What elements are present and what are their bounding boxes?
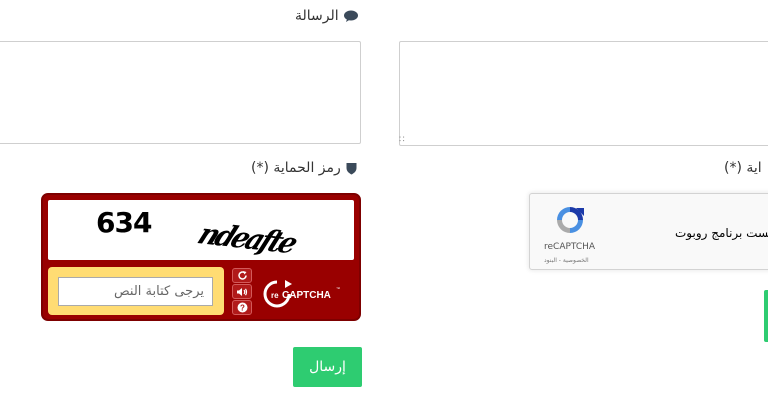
message-textarea-left[interactable]	[0, 41, 361, 144]
captcha-challenge-text-2: ndeafte	[192, 216, 301, 261]
captcha-input-frame	[48, 267, 224, 315]
captcha-label: رمز الحماية (*)	[251, 160, 357, 176]
message-label: الرسالة	[295, 8, 358, 24]
audio-icon	[237, 287, 248, 296]
recaptcha-brand: reCAPTCHA	[544, 242, 596, 252]
message-label-text: الرسالة	[295, 8, 339, 24]
resize-grip-icon[interactable]: ∷	[399, 136, 413, 146]
message-textarea-right[interactable]	[399, 41, 768, 146]
legacy-logo-text: CAPTCHA	[282, 290, 331, 301]
submit-button[interactable]: إرسال	[293, 347, 362, 387]
recaptcha-logo-icon	[542, 204, 598, 240]
recaptcha-checkbox-label[interactable]: لست برنامج روبوت	[675, 226, 768, 240]
recaptcha-terms[interactable]: الخصوصية - البنود	[544, 257, 589, 264]
submit-button-right-partial[interactable]	[764, 290, 768, 342]
captcha-challenge-image: 634 ndeafte	[48, 200, 354, 260]
captcha-label-text: رمز الحماية (*)	[251, 160, 341, 176]
legacy-logo-prefix: re	[271, 291, 279, 300]
audio-button[interactable]	[232, 284, 252, 299]
captcha-label-right: اية (*)	[724, 160, 762, 176]
help-label: ?	[240, 304, 245, 313]
captcha-input[interactable]	[58, 277, 213, 306]
recaptcha-widget[interactable]: reCAPTCHA الخصوصية - البنود لست برنامج ر…	[529, 193, 768, 270]
legacy-captcha: 634 ndeafte ? re CAPTCHA ™	[41, 193, 361, 321]
help-icon: ?	[237, 302, 247, 313]
recaptcha-legacy-logo: re CAPTCHA ™	[263, 278, 353, 310]
help-button[interactable]: ?	[232, 300, 252, 315]
refresh-button[interactable]	[232, 268, 252, 283]
svg-text:™: ™	[336, 286, 340, 291]
captcha-challenge-text-1: 634	[96, 206, 152, 239]
refresh-icon	[237, 271, 247, 280]
captcha-label-right-text: اية (*)	[724, 160, 762, 176]
comment-icon	[343, 10, 358, 22]
shield-icon	[346, 162, 357, 174]
